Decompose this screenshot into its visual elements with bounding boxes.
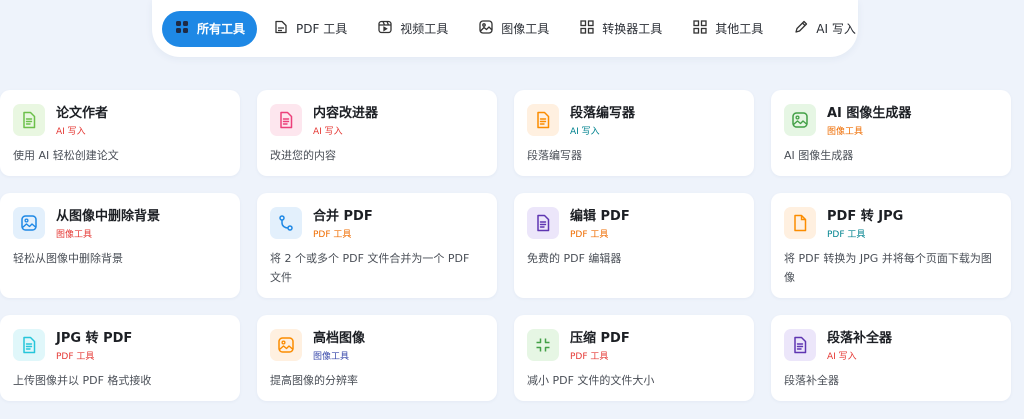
tool-card-remove-background[interactable]: 从图像中删除背景 图像工具 轻松从图像中删除背景	[0, 193, 240, 298]
tab-converter-tools[interactable]: 转换器工具	[565, 11, 676, 47]
category-badge: AI 写入	[570, 127, 600, 137]
category-badge: AI 写入	[56, 127, 86, 137]
tab-label: 图像工具	[501, 22, 550, 36]
tool-title: 编辑 PDF	[570, 209, 630, 224]
tab-all-tools[interactable]: 所有工具	[162, 10, 258, 47]
image-icon	[478, 19, 494, 38]
merge-icon	[270, 207, 302, 239]
tool-description: 使用 AI 轻松创建论文	[13, 149, 119, 162]
file-icon	[784, 207, 816, 239]
tab-pdf-tools[interactable]: PDF 工具	[259, 11, 361, 47]
tool-title: 压缩 PDF	[570, 331, 630, 346]
tool-title: 段落编写器	[570, 106, 636, 121]
category-badge: PDF 工具	[56, 352, 95, 362]
pdf-file-icon	[273, 19, 289, 38]
tab-label: PDF 工具	[296, 22, 348, 36]
tool-card-ai-image-generator[interactable]: AI 图像生成器 图像工具 AI 图像生成器	[771, 90, 1011, 176]
video-icon	[377, 19, 393, 38]
tab-label: 转换器工具	[602, 22, 663, 36]
tool-card-paragraph-writer[interactable]: 段落编写器 AI 写入 段落编写器	[514, 90, 754, 176]
category-badge: PDF 工具	[570, 352, 609, 362]
tab-other-tools[interactable]: 其他工具	[678, 11, 777, 47]
category-badge: PDF 工具	[313, 230, 352, 240]
tool-card-upscale-image[interactable]: 高档图像 图像工具 提高图像的分辨率	[257, 315, 497, 401]
document-icon	[13, 329, 45, 361]
tab-label: 所有工具	[197, 22, 246, 36]
tool-title: 合并 PDF	[313, 209, 373, 224]
tool-description: 段落补全器	[784, 374, 839, 387]
tool-title: 论文作者	[56, 106, 109, 121]
tool-description: 上传图像并以 PDF 格式接收	[13, 374, 152, 387]
tool-description: 将 2 个或多个 PDF 文件合并为一个 PDF 文件	[270, 252, 470, 284]
category-badge: 图像工具	[56, 230, 93, 240]
tool-title: JPG 转 PDF	[56, 331, 133, 346]
tab-label: 视频工具	[400, 22, 449, 36]
tab-ai-writing[interactable]: AI 写入	[779, 11, 870, 47]
tool-card-edit-pdf[interactable]: 编辑 PDF PDF 工具 免费的 PDF 编辑器	[514, 193, 754, 298]
document-icon	[784, 329, 816, 361]
tool-title: 段落补全器	[827, 331, 893, 346]
image-icon	[13, 207, 45, 239]
category-badge: 图像工具	[313, 352, 350, 362]
tool-description: 轻松从图像中删除背景	[13, 252, 123, 265]
document-icon	[527, 207, 559, 239]
other-grid-icon	[692, 19, 708, 38]
tool-category-tabs: 所有工具 PDF 工具 视频工具 图像工具 转换器工具 其他工具 AI 写入	[152, 0, 858, 57]
tool-card-content-improver[interactable]: 内容改进器 AI 写入 改进您的内容	[257, 90, 497, 176]
tool-title: 高档图像	[313, 331, 366, 346]
compress-icon	[527, 329, 559, 361]
grid-icon	[174, 19, 190, 38]
tool-title: 从图像中删除背景	[56, 209, 161, 224]
document-icon	[527, 104, 559, 136]
tool-description: 减小 PDF 文件的文件大小	[527, 374, 655, 387]
tool-card-merge-pdf[interactable]: 合并 PDF PDF 工具 将 2 个或多个 PDF 文件合并为一个 PDF 文…	[257, 193, 497, 298]
category-badge: AI 写入	[313, 127, 343, 137]
converter-grid-icon	[579, 19, 595, 38]
image-icon	[784, 104, 816, 136]
tool-title: AI 图像生成器	[827, 106, 912, 121]
tool-description: AI 图像生成器	[784, 149, 854, 162]
tool-title: 内容改进器	[313, 106, 379, 121]
tool-description: 改进您的内容	[270, 149, 336, 162]
tool-card-compress-pdf[interactable]: 压缩 PDF PDF 工具 减小 PDF 文件的文件大小	[514, 315, 754, 401]
category-badge: PDF 工具	[570, 230, 609, 240]
tool-card-essay-writer[interactable]: 论文作者 AI 写入 使用 AI 轻松创建论文	[0, 90, 240, 176]
pencil-icon	[793, 19, 809, 38]
tab-label: AI 写入	[816, 22, 856, 36]
tab-video-tools[interactable]: 视频工具	[363, 11, 462, 47]
tool-card-paragraph-completer[interactable]: 段落补全器 AI 写入 段落补全器	[771, 315, 1011, 401]
category-badge: PDF 工具	[827, 230, 866, 240]
tab-image-tools[interactable]: 图像工具	[464, 11, 563, 47]
tool-description: 段落编写器	[527, 149, 582, 162]
tool-description: 免费的 PDF 编辑器	[527, 252, 622, 265]
document-icon	[270, 104, 302, 136]
tool-title: PDF 转 JPG	[827, 209, 904, 224]
tool-description: 将 PDF 转换为 JPG 并将每个页面下载为图像	[784, 252, 992, 284]
tool-description: 提高图像的分辨率	[270, 374, 358, 387]
document-icon	[13, 104, 45, 136]
tool-card-pdf-to-jpg[interactable]: PDF 转 JPG PDF 工具 将 PDF 转换为 JPG 并将每个页面下载为…	[771, 193, 1011, 298]
category-badge: AI 写入	[827, 352, 857, 362]
image-icon	[270, 329, 302, 361]
tab-label: 其他工具	[715, 22, 764, 36]
tool-card-jpg-to-pdf[interactable]: JPG 转 PDF PDF 工具 上传图像并以 PDF 格式接收	[0, 315, 240, 401]
category-badge: 图像工具	[827, 127, 864, 137]
